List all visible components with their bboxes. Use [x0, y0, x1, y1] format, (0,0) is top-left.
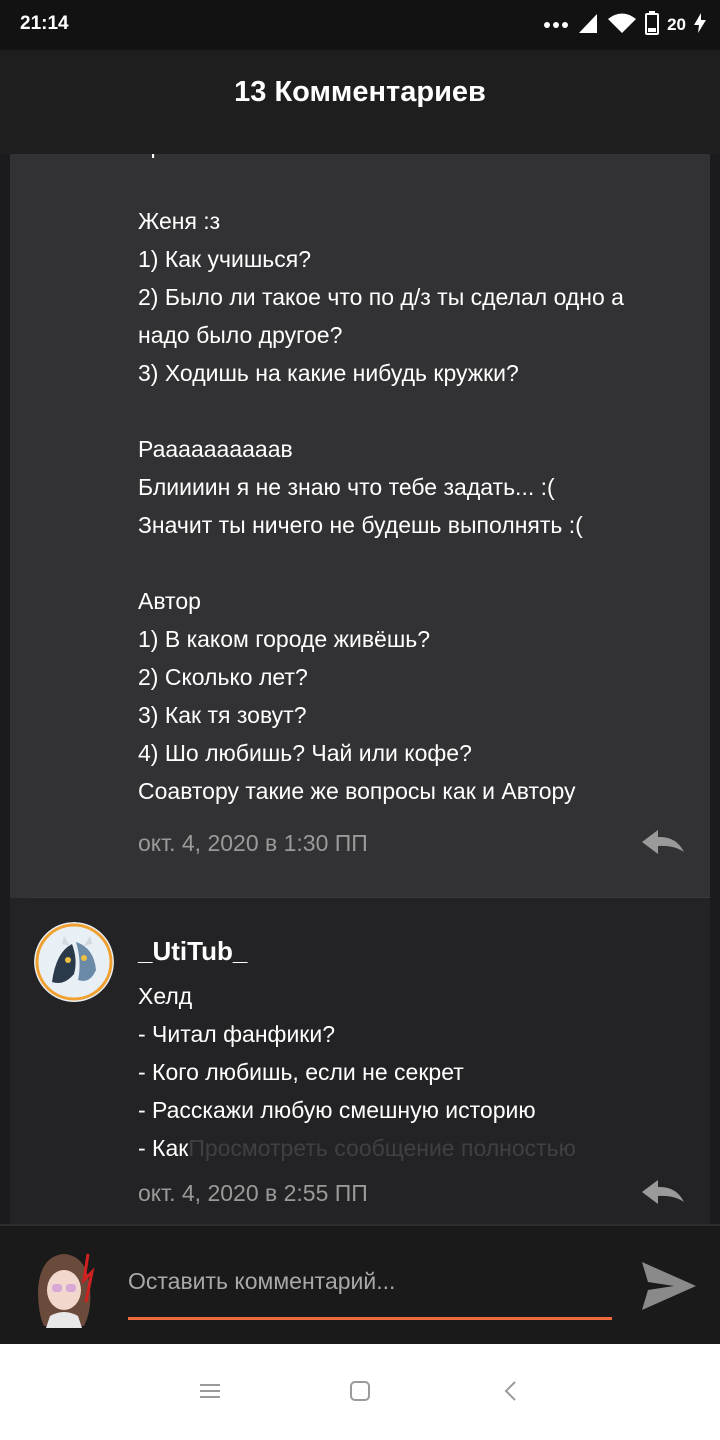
app-bar: 13 Комментариев: [0, 50, 720, 154]
comment-line: - Читал фанфики?: [138, 1021, 335, 1047]
comment-line: - Кого любишь, если не секрет: [138, 1059, 464, 1085]
back-icon[interactable]: [500, 1380, 524, 1407]
comment-timestamp: окт. 4, 2020 в 2:55 ПП: [138, 1180, 368, 1206]
menu-icon[interactable]: [198, 1380, 222, 1407]
comment-line: 2) Было ли такое что по д/з ты сделал од…: [138, 284, 624, 310]
view-full-message-link[interactable]: Просмотреть сообщение полностью: [188, 1135, 576, 1161]
truncated-text: - Как: [138, 1135, 189, 1161]
comment-line: Блиииин я не знаю что тебе задать... :(: [138, 474, 555, 500]
reply-icon[interactable]: [640, 1178, 686, 1213]
user-avatar: [30, 1250, 98, 1328]
comment-line: Соавтору такие же вопросы как и Автору: [138, 778, 576, 804]
comment-author[interactable]: _UtiTub_: [138, 936, 247, 967]
comment-line: Значит ты ничего не будешь выполнять :(: [138, 512, 583, 538]
comment-line-truncated: - КакПросмотреть сообщение полностью: [138, 1129, 698, 1167]
comment-line: 3) Ходишь на какие нибудь кружки?: [138, 360, 519, 386]
comment-line: надо было другое?: [138, 322, 343, 348]
system-nav-bar: [0, 1344, 720, 1440]
reply-icon[interactable]: [640, 828, 686, 863]
comment-line: 4) Шо любишь? Чай или кофе?: [138, 740, 472, 766]
battery-percent: 20: [667, 15, 686, 34]
comment-line: [138, 544, 698, 582]
comment-line: Хелд: [138, 983, 193, 1009]
avatar[interactable]: [34, 922, 114, 1002]
comment-input[interactable]: Оставить комментарий...: [128, 1268, 395, 1295]
comment-line: 1) В каком городе живёшь?: [138, 626, 431, 652]
comment-body: Хелд - Читал фанфики? - Кого любишь, есл…: [138, 977, 698, 1167]
comment-line: произошла с тобой за всю жизнь?: [138, 154, 698, 164]
comment-line: Раааааааааав: [138, 436, 293, 462]
send-button[interactable]: [640, 1260, 698, 1317]
more-dots-icon: [543, 16, 569, 34]
home-square-icon[interactable]: [348, 1380, 372, 1407]
comment-line: [138, 164, 698, 202]
comment-line: [138, 392, 698, 430]
wifi-icon: [607, 12, 637, 39]
comment-line: 3) Как тя зовут?: [138, 702, 307, 728]
comment-line: Автор: [138, 588, 201, 614]
status-bar: 21:14 20: [0, 0, 720, 50]
status-icons: 20: [543, 10, 706, 40]
battery-icon: [645, 10, 660, 40]
comment-timestamp: окт. 4, 2020 в 1:30 ПП: [138, 830, 368, 856]
signal-icon: [577, 12, 599, 39]
comment-line: - Расскажи любую смешную историю: [138, 1097, 536, 1123]
status-time: 21:14: [20, 13, 69, 34]
comment-line: Женя :з: [138, 208, 221, 234]
comment-body: произошла с тобой за всю жизнь? Женя :з …: [138, 154, 698, 810]
charging-bolt-icon: [694, 12, 706, 38]
comment-line: 1) Как учишься?: [138, 246, 311, 272]
input-underline: [128, 1317, 612, 1320]
page-title: 13 Комментариев: [234, 76, 486, 108]
comment-card: _UtiTub_ Хелд - Читал фанфики? - Кого лю…: [10, 898, 710, 1224]
comment-composer: Оставить комментарий...: [0, 1224, 720, 1346]
comment-line: 2) Сколько лет?: [138, 664, 308, 690]
comment-card: произошла с тобой за всю жизнь? Женя :з …: [10, 154, 710, 898]
